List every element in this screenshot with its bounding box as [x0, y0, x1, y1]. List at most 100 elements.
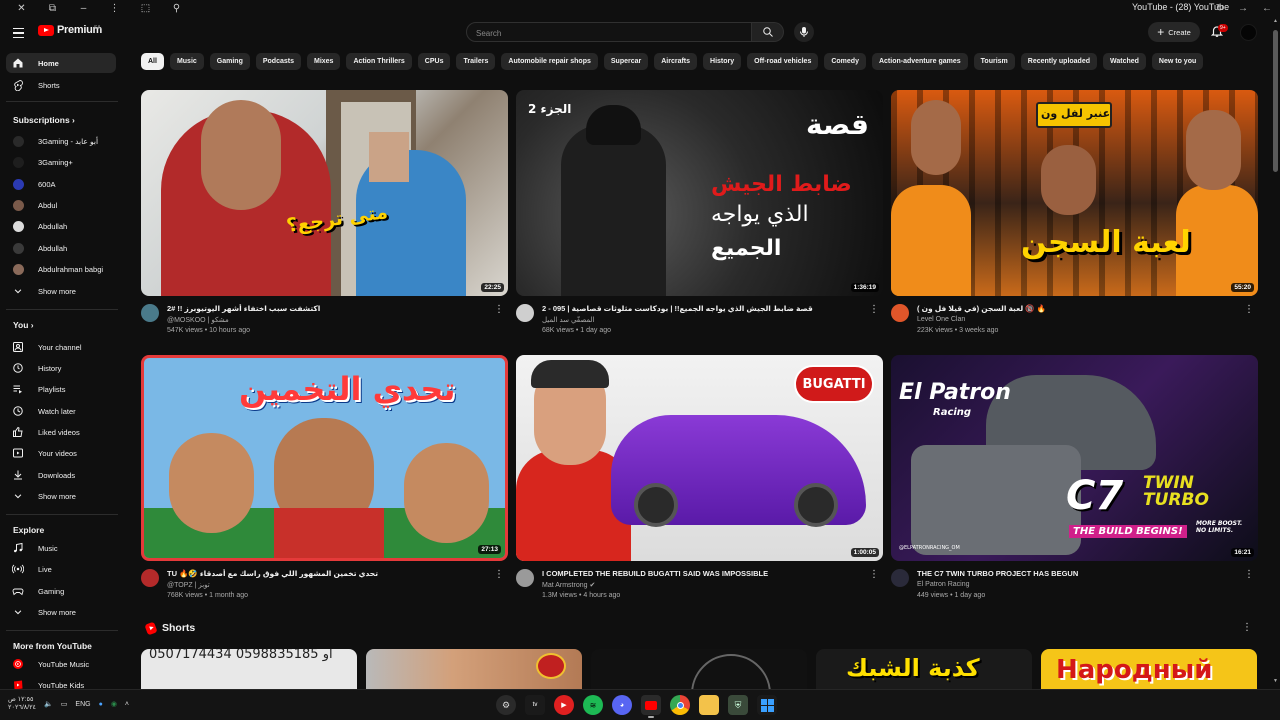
search-icon[interactable]: ⚲	[161, 0, 192, 16]
chip-history[interactable]: History	[703, 53, 742, 70]
channel-avatar[interactable]	[891, 304, 909, 322]
short-card[interactable]	[366, 649, 582, 689]
video-card[interactable]: عنبر لفل ون لعبة السجن 55:20 لعبة السجن …	[891, 90, 1258, 342]
channel-avatar[interactable]	[516, 304, 534, 322]
page-scrollbar[interactable]: ▲ ▼	[1271, 16, 1280, 690]
spotify-icon[interactable]: ≋	[583, 695, 603, 715]
you-heading[interactable]: You ›	[13, 320, 34, 330]
chip-new-to-you[interactable]: New to you	[1151, 53, 1204, 70]
account-avatar[interactable]	[1240, 24, 1257, 41]
chip-recently-uploaded[interactable]: Recently uploaded	[1020, 53, 1097, 70]
youtube-music-icon[interactable]: ▶	[554, 695, 574, 715]
video-thumbnail[interactable]: الجزء 2 قصة ضابط الجيش الذي يواجه الجميع…	[516, 90, 883, 296]
chip-watched[interactable]: Watched	[1103, 53, 1146, 70]
microphone-icon[interactable]: ●	[99, 701, 103, 708]
display-icon[interactable]: ▭	[61, 700, 68, 708]
chip-tourism[interactable]: Tourism	[973, 53, 1015, 70]
channel-name[interactable]: @MOSKOO | مشكو	[167, 316, 229, 324]
language-indicator[interactable]: ENG	[75, 701, 90, 708]
more-vert-icon[interactable]: ⋮	[494, 304, 504, 315]
short-card[interactable]: 0507174434 أو 0598835185	[141, 649, 357, 689]
video-card[interactable]: BUGATTI 1:00:05 I COMPLETED THE REBUILD …	[516, 355, 883, 607]
chip-action-adventure-games[interactable]: Action-adventure games	[871, 53, 968, 70]
chevron-up-icon[interactable]: ˄	[125, 701, 129, 708]
subscription-item[interactable]: 3Gaming - أبو عابد	[6, 131, 116, 151]
more-vert-icon[interactable]: ⋮	[869, 569, 879, 580]
sidebar-item-gaming[interactable]: Gaming	[6, 581, 116, 601]
search-button[interactable]	[752, 22, 784, 42]
scroll-down-icon[interactable]: ▼	[1272, 678, 1279, 684]
steam-icon[interactable]: ⚙	[496, 695, 516, 715]
more-vert-icon[interactable]: ⋮	[99, 0, 130, 16]
reload-icon[interactable]: ↻	[1216, 3, 1224, 14]
channel-name[interactable]: @TOPZ | توبز	[167, 581, 210, 589]
chip-trailers[interactable]: Trailers	[456, 53, 496, 70]
scrollbar-thumb[interactable]	[1273, 30, 1278, 172]
apple-tv-icon[interactable]: tv	[525, 695, 545, 715]
close-icon[interactable]: ✕	[6, 0, 37, 16]
video-card[interactable]: الجزء 2 قصة ضابط الجيش الذي يواجه الجميع…	[516, 90, 883, 342]
guide-menu-icon[interactable]	[10, 24, 28, 42]
chip-automobile-repair-shops[interactable]: Automobile repair shops	[501, 53, 598, 70]
chip-podcasts[interactable]: Podcasts	[255, 53, 301, 70]
voice-search-button[interactable]	[794, 22, 814, 42]
sidebar-item-history[interactable]: History	[6, 358, 116, 378]
chip-action-thrillers[interactable]: Action Thrillers	[346, 53, 412, 70]
you-show-more[interactable]: Show more	[6, 486, 116, 506]
video-thumbnail[interactable]: El Patron Racing C7 TWIN TURBO THE BUILD…	[891, 355, 1258, 561]
more-vert-icon[interactable]: ⋮	[1244, 304, 1254, 315]
clock[interactable]: ١٢:٥٥ ص ٢٠٢٦/٨/٢٤	[8, 696, 36, 712]
chip-comedy[interactable]: Comedy	[824, 53, 866, 70]
video-title[interactable]: لعبة السجن (في قيلا فل ون ) 🔞 🔥	[917, 304, 1237, 313]
video-title[interactable]: 2 - 095 | قصة ضابط الجيش الذي يواجه الجم…	[542, 304, 862, 313]
video-title[interactable]: I COMPLETED THE REBUILD BUGATTI SAID WAS…	[542, 569, 862, 578]
security-shield-icon[interactable]: ⛨	[728, 695, 748, 715]
sidebar-item-music[interactable]: Music	[6, 538, 116, 558]
channel-name[interactable]: Mat Armstrong ✔	[542, 581, 595, 589]
channel-avatar[interactable]	[516, 569, 534, 587]
short-card[interactable]	[591, 649, 807, 689]
extensions-icon[interactable]: ⬚	[130, 0, 161, 16]
video-title[interactable]: THE C7 TWIN TURBO PROJECT HAS BEGUN	[917, 569, 1237, 578]
windows-start-icon[interactable]	[757, 695, 777, 715]
channel-avatar[interactable]	[141, 304, 159, 322]
sidebar-item-liked-videos[interactable]: Liked videos	[6, 422, 116, 442]
chip-aircrafts[interactable]: Aircrafts	[654, 53, 698, 70]
subscription-item[interactable]: Abdul	[6, 195, 116, 215]
chip-music[interactable]: Music	[169, 53, 204, 70]
sidebar-item-live[interactable]: Live	[6, 559, 116, 579]
chip-gaming[interactable]: Gaming	[209, 53, 250, 70]
youtube-app-icon[interactable]	[641, 695, 661, 718]
subscription-item[interactable]: Abdulrahman babgi	[6, 259, 116, 279]
network-icon[interactable]: ◉	[111, 700, 117, 708]
channel-name[interactable]: المصفّي سد الميل	[542, 316, 595, 324]
chip-off-road-vehicles[interactable]: Off-road vehicles	[747, 53, 819, 70]
more-vert-icon[interactable]: ⋮	[869, 304, 879, 315]
subscriptions-show-more[interactable]: Show more	[6, 281, 116, 301]
chip-all[interactable]: All	[141, 53, 164, 70]
chip-supercar[interactable]: Supercar	[603, 53, 649, 70]
sidebar-item-watch-later[interactable]: Watch later	[6, 401, 116, 421]
sidebar-item-your-channel[interactable]: Your channel	[6, 337, 116, 357]
video-thumbnail[interactable]: BUGATTI 1:00:05	[516, 355, 883, 561]
speaker-icon[interactable]: 🔈	[44, 700, 53, 708]
discord-icon[interactable]: ◕	[612, 695, 632, 715]
video-card[interactable]: تحدي التخمين 27:13 TU 🔥🤣 تحدي تخمين المش…	[141, 355, 508, 607]
channel-avatar[interactable]	[891, 569, 909, 587]
subscription-item[interactable]: 600A	[6, 174, 116, 194]
minimize-icon[interactable]: –	[68, 0, 99, 16]
video-card[interactable]: El Patron Racing C7 TWIN TURBO THE BUILD…	[891, 355, 1258, 607]
video-thumbnail[interactable]: متى ترجع؟ 22:25	[141, 90, 508, 296]
sidebar-item-your-videos[interactable]: Your videos	[6, 443, 116, 463]
short-card[interactable]: كذبة الشبك	[816, 649, 1032, 689]
video-thumbnail[interactable]: عنبر لفل ون لعبة السجن 55:20	[891, 90, 1258, 296]
more-vert-icon[interactable]: ⋮	[494, 569, 504, 580]
chip-cpus[interactable]: CPUs	[417, 53, 451, 70]
subscriptions-heading[interactable]: Subscriptions ›	[13, 115, 75, 125]
subscription-item[interactable]: Abdullah	[6, 216, 116, 236]
short-card[interactable]: Народный	[1041, 649, 1257, 689]
subscription-item[interactable]: Abdullah	[6, 238, 116, 258]
channel-name[interactable]: Level One Clan	[917, 316, 965, 323]
chip-mixes[interactable]: Mixes	[306, 53, 341, 70]
search-input[interactable]	[467, 24, 751, 43]
